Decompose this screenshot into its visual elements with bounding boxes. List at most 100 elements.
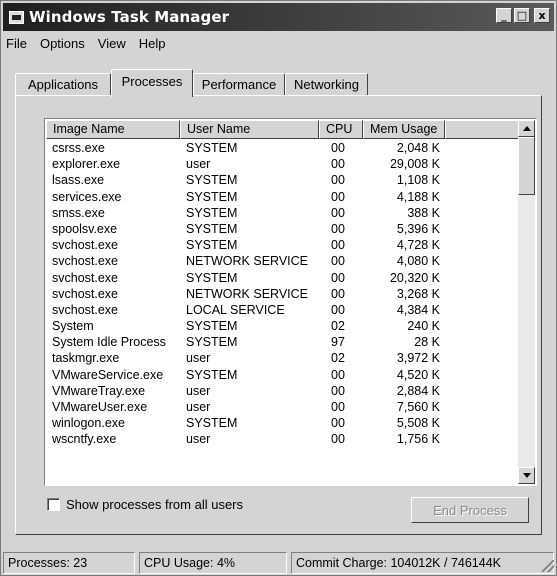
process-mem-usage: 7,560 K [396,400,440,414]
process-mem-usage: 2,884 K [396,383,440,398]
process-user-name: SYSTEM [186,141,238,155]
table-row[interactable]: System SYSTEM 02 240 K [46,318,445,334]
title-bar[interactable]: Windows Task Manager _ □ x [3,3,554,31]
process-image-name: svchost.exe [52,254,119,269]
status-processes: Processes: 23 [3,552,135,574]
menu-help[interactable]: Help [133,36,173,51]
process-image-name: VMwareTray.exe [52,383,146,398]
column-header-mem-usage[interactable]: Mem Usage [363,120,445,139]
process-user-name: LOCAL SERVICE [186,302,285,317]
process-image-name: System Idle Process [52,335,166,350]
tab-networking[interactable]: Networking [285,73,368,95]
show-all-users-checkbox[interactable] [47,498,60,511]
process-cpu: 00 [331,286,345,301]
resize-grip-icon[interactable] [542,560,554,572]
process-mem-usage: 4,728 K [396,238,440,253]
table-row[interactable]: lsass.exe SYSTEM 00 1,108 K [46,172,445,188]
process-cpu: 00 [331,254,345,269]
process-cpu: 00 [331,173,345,188]
table-row[interactable]: svchost.exe NETWORK SERVICE 00 3,268 K [46,286,445,302]
process-user-name: SYSTEM [186,367,238,382]
process-image-name: taskmgr.exe [52,351,120,366]
menu-bar: File Options View Help [3,32,554,54]
show-all-users-option[interactable]: Show processes from all users [47,497,243,512]
process-mem-usage: 29,008 K [389,157,440,172]
process-mem-usage: 4,188 K [396,189,440,204]
process-mem-usage: 28 K [414,335,440,350]
process-user-name: user [186,400,211,414]
process-mem-usage: 240 K [407,319,440,334]
process-mem-usage: 3,972 K [396,351,440,366]
process-cpu: 00 [331,141,345,155]
column-headers: Image Name User Name CPU Mem Usage [46,120,520,139]
table-row[interactable]: VMwareTray.exe user 00 2,884 K [46,383,445,399]
table-row[interactable]: services.exe SYSTEM 00 4,188 K [46,189,445,205]
process-mem-usage: 4,384 K [396,302,440,317]
minimize-button[interactable]: _ [496,8,512,23]
process-cpu: 00 [331,189,345,204]
table-row[interactable]: spoolsv.exe SYSTEM 00 5,396 K [46,221,445,237]
tab-performance[interactable]: Performance [193,73,285,95]
maximize-button[interactable]: □ [514,8,530,23]
table-row[interactable]: explorer.exe user 00 29,008 K [46,156,445,172]
process-cpu: 00 [331,432,345,447]
process-mem-usage: 2,048 K [396,141,440,155]
scroll-up-button[interactable] [518,120,535,137]
status-commit-charge: Commit Charge: 104012K / 746144K [291,552,554,574]
table-row[interactable]: winlogon.exe SYSTEM 00 5,508 K [46,415,445,431]
process-user-name: user [186,432,211,447]
process-image-name: svchost.exe [52,270,119,285]
table-row[interactable]: wscntfy.exe user 00 1,756 K [46,431,445,447]
scroll-thumb[interactable] [518,137,535,195]
menu-file[interactable]: File [3,36,34,51]
process-mem-usage: 4,080 K [396,254,440,269]
process-user-name: user [186,383,211,398]
table-row[interactable]: svchost.exe NETWORK SERVICE 00 4,080 K [46,253,445,269]
process-cpu: 00 [331,270,345,285]
close-button[interactable]: x [534,8,550,23]
vertical-scrollbar[interactable] [518,120,535,484]
table-row[interactable]: csrss.exe SYSTEM 00 2,048 K [46,140,445,156]
process-cpu: 00 [331,238,345,253]
table-row[interactable]: VMwareUser.exe user 00 7,560 K [46,399,445,415]
process-image-name: spoolsv.exe [52,221,118,236]
process-image-name: VMwareService.exe [52,367,164,382]
process-image-name: explorer.exe [52,157,121,172]
table-row[interactable]: svchost.exe SYSTEM 00 4,728 K [46,237,445,253]
task-manager-app-icon[interactable] [9,10,24,24]
process-mem-usage: 20,320 K [389,270,440,285]
process-mem-usage: 388 K [407,205,440,220]
column-header-image-name[interactable]: Image Name [46,120,180,139]
process-user-name: user [186,157,211,172]
process-user-name: NETWORK SERVICE [186,286,309,301]
process-cpu: 00 [331,383,345,398]
table-row[interactable]: VMwareService.exe SYSTEM 00 4,520 K [46,367,445,383]
process-user-name: NETWORK SERVICE [186,254,309,269]
process-user-name: SYSTEM [186,173,238,188]
end-process-button[interactable]: End Process [411,497,529,523]
process-user-name: user [186,351,211,366]
tab-applications[interactable]: Applications [15,73,111,95]
column-header-user-name[interactable]: User Name [180,120,319,139]
status-bar: Processes: 23 CPU Usage: 4% Commit Charg… [3,552,556,574]
process-user-name: SYSTEM [186,319,238,334]
process-mem-usage: 1,108 K [396,173,440,188]
table-row[interactable]: svchost.exe LOCAL SERVICE 00 4,384 K [46,302,445,318]
process-list[interactable]: Image Name User Name CPU Mem Usage csrss… [44,118,537,486]
scroll-down-button[interactable] [518,467,535,484]
window-controls: _ □ x [496,8,550,23]
tab-processes[interactable]: Processes [111,69,193,97]
process-image-name: VMwareUser.exe [52,400,148,414]
process-image-name: winlogon.exe [52,416,125,431]
process-image-name: csrss.exe [52,141,105,155]
column-header-cpu[interactable]: CPU [319,120,363,139]
menu-view[interactable]: View [92,36,133,51]
table-row[interactable]: taskmgr.exe user 02 3,972 K [46,350,445,366]
menu-options[interactable]: Options [34,36,92,51]
table-row[interactable]: svchost.exe SYSTEM 00 20,320 K [46,270,445,286]
table-row[interactable]: System Idle Process SYSTEM 97 28 K [46,334,445,350]
process-rows: csrss.exe SYSTEM 00 2,048 K explorer.exe user… [46,140,445,448]
table-row[interactable]: smss.exe SYSTEM 00 388 K [46,205,445,221]
window-title: Windows Task Manager [29,8,230,26]
process-cpu: 02 [331,319,345,334]
